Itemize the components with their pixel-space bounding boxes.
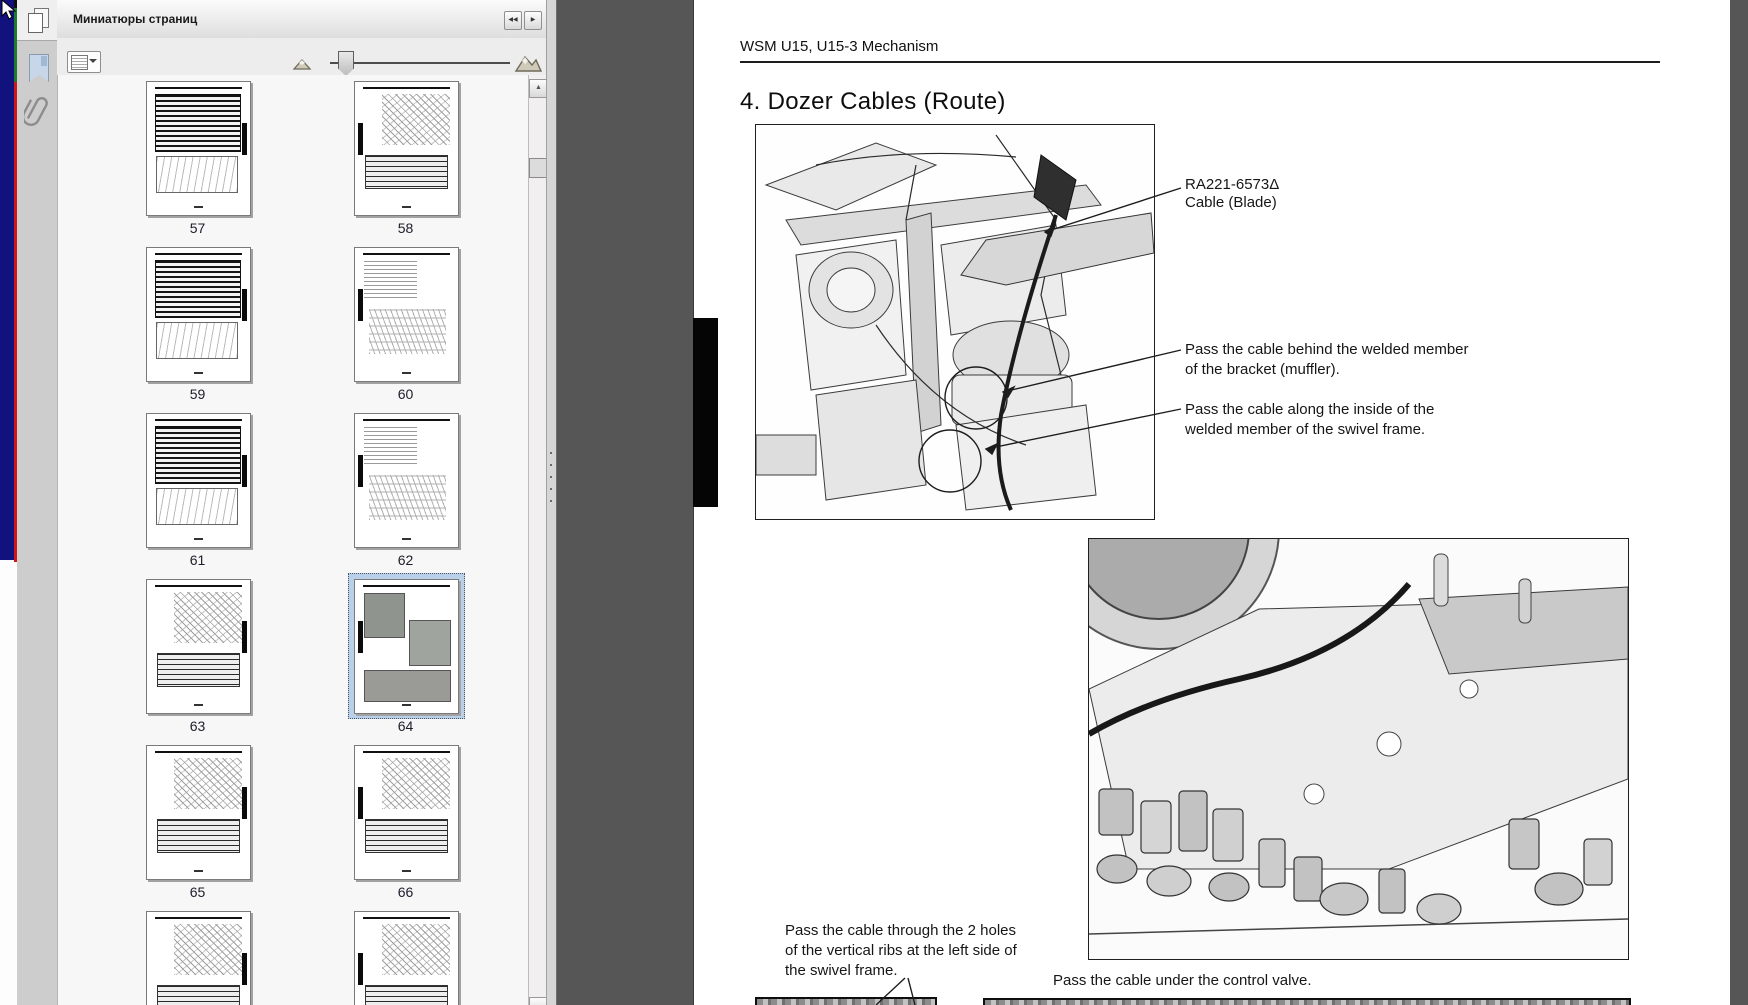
thumbnail-page-59[interactable] bbox=[146, 247, 251, 382]
thumbnail-page-number-64[interactable]: 64 bbox=[354, 718, 457, 734]
header-rule bbox=[740, 61, 1660, 63]
thumbnail-page-number-65[interactable]: 65 bbox=[146, 884, 249, 900]
figure-control-valve-cable bbox=[1088, 538, 1629, 960]
thumbnail-section-tab bbox=[242, 953, 247, 985]
thumbnail-page-number-62[interactable]: 62 bbox=[354, 552, 457, 568]
panel-resize-separator[interactable] bbox=[546, 0, 557, 1005]
thumbnail-page-58[interactable] bbox=[354, 81, 459, 216]
note-swivel-frame: Pass the cable along the inside of the w… bbox=[1185, 400, 1434, 440]
zoom-in-mountain-icon[interactable] bbox=[514, 52, 542, 73]
page-thumbnails-icon[interactable] bbox=[28, 8, 48, 33]
part-callout: RA221-6573Δ Cable (Blade) bbox=[1185, 176, 1279, 212]
background-window-strip bbox=[0, 0, 14, 560]
section-title: 4. Dozer Cables (Route) bbox=[740, 88, 1006, 116]
thumbnail-page-number-58[interactable]: 58 bbox=[354, 220, 457, 236]
zoom-out-mountain-icon[interactable] bbox=[292, 56, 312, 71]
thumbnail-section-tab bbox=[358, 787, 363, 819]
thumbnail-section-tab bbox=[242, 123, 247, 155]
thumbnail-page-65[interactable] bbox=[146, 745, 251, 880]
figure-2-illustration bbox=[1089, 539, 1628, 959]
thumbnails-scrollbar[interactable] bbox=[528, 75, 547, 1005]
thumbnail-page-number-61[interactable]: 61 bbox=[146, 552, 249, 568]
thumbnails-list: 57 58 59 60 61 62 63 64 65 66 bbox=[57, 75, 547, 1005]
thumbnail-section-tab bbox=[242, 289, 247, 321]
thumbnail-section-tab bbox=[358, 455, 363, 487]
thumbnail-page-62[interactable] bbox=[354, 413, 459, 548]
thumbnail-page-57[interactable] bbox=[146, 81, 251, 216]
panel-collapse-button[interactable]: ◀◀ bbox=[504, 11, 522, 30]
thumbnail-page-number-60[interactable]: 60 bbox=[354, 386, 457, 402]
thumbnail-options-icon[interactable] bbox=[67, 51, 101, 73]
navigation-rail bbox=[17, 0, 58, 1005]
thumbnail-zoom-slider-track[interactable] bbox=[330, 62, 510, 64]
thumbnail-section-tab bbox=[358, 123, 363, 155]
panel-options-arrow-button[interactable]: ▶ bbox=[524, 11, 542, 30]
document-header: WSM U15, U15-3 Mechanism bbox=[740, 38, 938, 55]
thumbnail-page[interactable] bbox=[146, 911, 251, 1005]
figure-1-illustration bbox=[756, 125, 1154, 519]
part-name: Cable (Blade) bbox=[1185, 194, 1279, 212]
note-two-holes: Pass the cable through the 2 holes of th… bbox=[785, 921, 1017, 981]
thumbnail-page-number-59[interactable]: 59 bbox=[146, 386, 249, 402]
thumbnail-section-tab bbox=[358, 289, 363, 321]
thumbnail-page-64[interactable] bbox=[354, 579, 459, 714]
partial-figure-left bbox=[755, 997, 937, 1005]
thumbnail-section-tab bbox=[358, 621, 363, 653]
thumbnail-page-66[interactable] bbox=[354, 745, 459, 880]
thumbnail-section-tab bbox=[242, 621, 247, 653]
thumbnail-page-61[interactable] bbox=[146, 413, 251, 548]
note-muffler: Pass the cable behind the welded member … bbox=[1185, 340, 1469, 380]
thumbnail-section-tab bbox=[358, 953, 363, 985]
mouse-cursor bbox=[1, 0, 17, 22]
thumbnail-page-60[interactable] bbox=[354, 247, 459, 382]
thumbnail-page-number-57[interactable]: 57 bbox=[146, 220, 249, 236]
thumbnail-page-63[interactable] bbox=[146, 579, 251, 714]
part-number: RA221-6573Δ bbox=[1185, 176, 1279, 194]
thumbnail-page-number-63[interactable]: 63 bbox=[146, 718, 249, 734]
thumbnail-section-tab bbox=[242, 787, 247, 819]
attachments-paperclip-icon[interactable] bbox=[24, 92, 50, 132]
page-section-tab bbox=[693, 318, 718, 507]
background-window-strip-bottom bbox=[0, 560, 17, 1005]
partial-figure-right bbox=[983, 998, 1631, 1005]
panel-title: Миниатюры страниц bbox=[73, 12, 197, 26]
screenshot-root: Миниатюры страниц ◀◀ ▶ 57 58 59 60 61 bbox=[0, 0, 1748, 1005]
thumbnail-page-number-66[interactable]: 66 bbox=[354, 884, 457, 900]
thumbnail-page[interactable] bbox=[354, 911, 459, 1005]
thumbnail-section-tab bbox=[242, 455, 247, 487]
figure-engine-cable-route bbox=[755, 124, 1155, 520]
caption-control-valve: Pass the cable under the control valve. bbox=[1053, 972, 1312, 989]
